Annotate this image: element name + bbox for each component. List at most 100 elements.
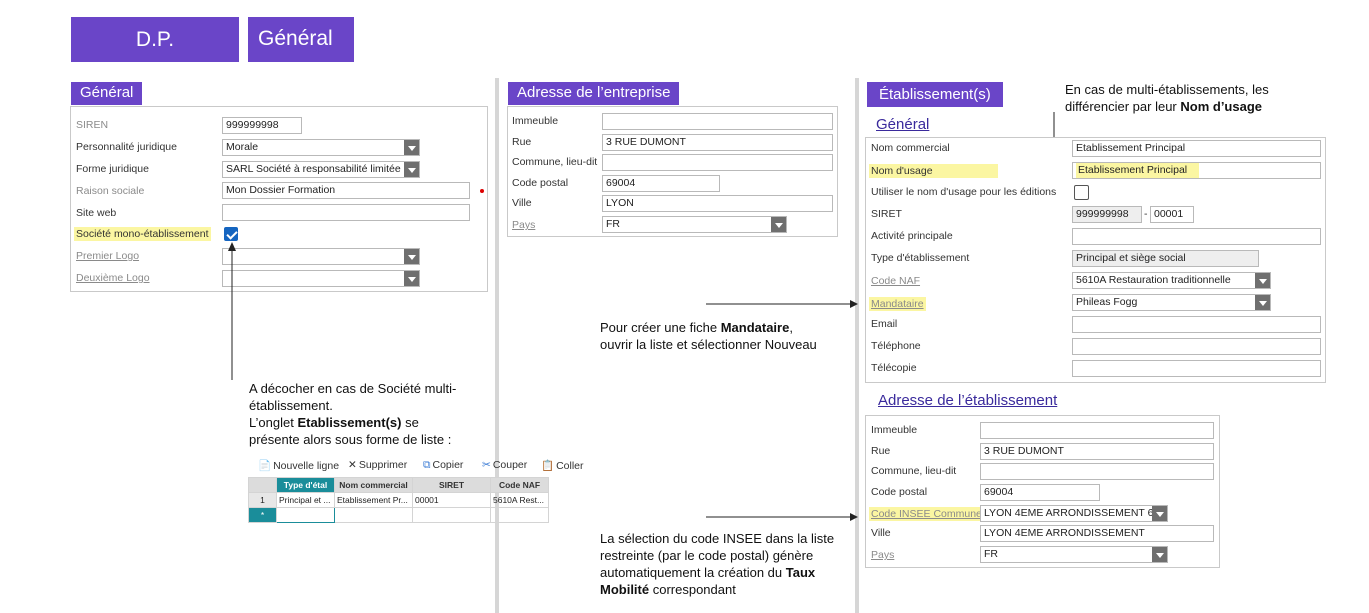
est-building-input[interactable] [980,422,1214,439]
note-line: différencier par leur Nom d’usage [1065,98,1269,115]
establishment-address-link[interactable]: Adresse de l’établissement [878,392,1057,409]
mandataire-select[interactable]: Phileas Fogg [1072,294,1271,311]
tab-general[interactable]: Général [248,17,354,62]
cut-button[interactable]: ✂ Couper [482,459,527,471]
street-label: Rue [512,136,532,148]
est-street-input[interactable]: 3 RUE DUMONT [980,443,1214,460]
email-label: Email [871,318,898,330]
email-input[interactable] [1072,316,1321,333]
insee-code-select[interactable]: LYON 4EME ARRONDISSEMENT 6938 [980,505,1168,522]
street-input[interactable]: 3 RUE DUMONT [602,134,833,151]
usage-name-value: Etablissement Principal [1076,163,1200,178]
note-text: automatiquement la création du [600,565,786,580]
grid-cell[interactable]: Principal et ... [276,492,335,508]
chevron-down-icon[interactable] [404,140,419,155]
annotation-arrow [706,513,858,521]
chevron-down-icon[interactable] [1152,506,1167,521]
mono-establishment-label: Société mono-établissement [74,227,211,241]
establishment-general-link[interactable]: Général [876,116,929,133]
trade-name-value: Etablissement Principal [1076,142,1186,154]
locality-input[interactable] [602,154,833,171]
grid-header-cell[interactable]: SIRET [412,477,491,493]
mandataire-label[interactable]: Mandataire [869,297,926,311]
legal-form-value: SARL Société à responsabilité limitée [226,163,401,175]
paste-button[interactable]: 📋 Coller [541,459,584,472]
insee-code-label[interactable]: Code INSEE Commune [869,507,984,521]
tab-dp[interactable]: D.P. [71,17,239,62]
chevron-down-icon[interactable] [1255,273,1270,288]
use-usage-name-label: Utiliser le nom d'usage pour les édition… [871,186,1057,198]
new-line-button[interactable]: 📄 Nouvelle ligne [258,459,339,472]
note-text: correspondant [649,582,736,597]
chevron-down-icon[interactable] [771,217,786,232]
building-label: Immeuble [512,115,559,127]
second-logo-select[interactable] [222,270,420,287]
insee-code-value: LYON 4EME ARRONDISSEMENT 6938 [984,507,1168,519]
establishment-list-grid: Type d'étal Nom commercial SIRET Code NA… [248,477,549,523]
chevron-down-icon[interactable] [404,249,419,264]
est-country-select[interactable]: FR [980,546,1168,563]
grid-header-cell[interactable]: Code NAF [490,477,549,493]
table-row[interactable]: 1 Principal et ... Etablissement Pr... 0… [248,492,549,508]
naf-code-label[interactable]: Code NAF [871,275,920,287]
chevron-down-icon[interactable] [1255,295,1270,310]
note-bold: Etablissement(s) [297,415,402,430]
legal-form-select[interactable]: SARL Société à responsabilité limitée [222,161,420,178]
country-label[interactable]: Pays [512,219,535,231]
section-header-general: Général [71,82,143,105]
grid-header-cell[interactable]: Type d'étal [276,477,335,493]
siret-suffix-input[interactable]: 00001 [1150,206,1194,223]
fax-input[interactable] [1072,360,1321,377]
note-line: ouvrir la liste et sélectionner Nouveau [600,337,817,352]
row-number: 1 [248,492,277,508]
table-row-new[interactable]: * [248,507,549,523]
legal-personality-select[interactable]: Morale [222,139,420,156]
chevron-down-icon[interactable] [404,271,419,286]
siren-input[interactable]: 999999998 [222,117,302,134]
grid-cell[interactable] [276,507,335,523]
mono-establishment-checkbox[interactable] [224,227,238,241]
first-logo-label[interactable]: Premier Logo [76,250,139,262]
company-name-input[interactable]: Mon Dossier Formation [222,182,470,199]
new-file-icon: 📄 [258,460,272,472]
second-logo-label[interactable]: Deuxième Logo [76,272,150,284]
note-line: automatiquement la création du Taux [600,564,834,581]
grid-cell[interactable] [490,507,549,523]
required-indicator [480,189,484,193]
grid-header-cell[interactable]: Nom commercial [334,477,413,493]
chevron-down-icon[interactable] [1152,547,1167,562]
est-postal-code-input[interactable]: 69004 [980,484,1100,501]
phone-input[interactable] [1072,338,1321,355]
first-logo-select[interactable] [222,248,420,265]
grid-cell[interactable]: Etablissement Pr... [334,492,413,508]
grid-cell[interactable] [412,507,491,523]
country-select[interactable]: FR [602,216,787,233]
est-country-label[interactable]: Pays [871,549,894,561]
est-city-input[interactable]: LYON 4EME ARRONDISSEMENT [980,525,1214,542]
siret-label: SIRET [871,208,902,220]
note-line: Mobilité correspondant [600,581,834,598]
main-activity-input[interactable] [1072,228,1321,245]
naf-code-select[interactable]: 5610A Restauration traditionnelle [1072,272,1271,289]
grid-cell[interactable] [334,507,413,523]
country-value: FR [606,218,620,230]
chevron-down-icon[interactable] [404,162,419,177]
grid-cell[interactable]: 00001 [412,492,491,508]
grid-header-row: Type d'étal Nom commercial SIRET Code NA… [248,477,549,493]
section-header-establishment: Établissement(s) [867,82,1003,107]
grid-cell[interactable]: 5610A Rest... [490,492,549,508]
copy-button[interactable]: ⧉ Copier [423,459,463,472]
usage-name-label: Nom d'usage [869,164,998,178]
delete-button[interactable]: ✕ Supprimer [348,459,407,471]
website-input[interactable] [222,204,470,221]
siret-value: 999999998 [1076,208,1129,220]
trade-name-input[interactable]: Etablissement Principal [1072,140,1321,157]
postal-code-input[interactable]: 69004 [602,175,720,192]
usage-name-input[interactable]: Etablissement Principal [1072,162,1321,179]
use-usage-name-checkbox[interactable] [1074,185,1089,200]
building-input[interactable] [602,113,833,130]
city-input[interactable]: LYON [602,195,833,212]
est-locality-input[interactable] [980,463,1214,480]
locality-label: Commune, lieu-dit [512,156,598,168]
note-text: Pour créer une fiche [600,320,721,335]
